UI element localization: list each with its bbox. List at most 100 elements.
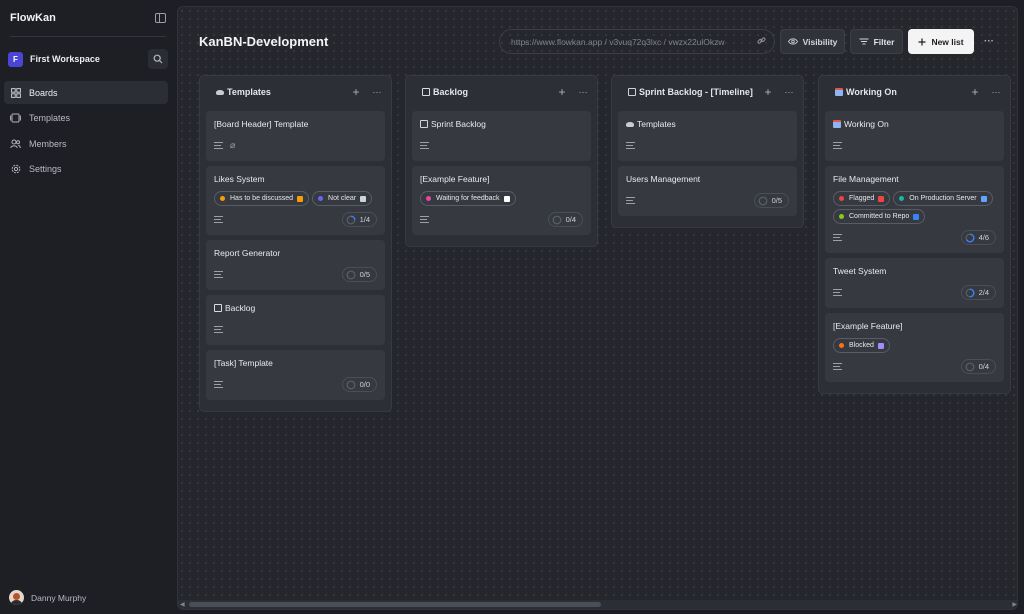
progress-text: 4/6: [978, 233, 989, 242]
workspace-name: First Workspace: [30, 54, 100, 64]
progress-ring-icon: [965, 362, 974, 371]
list-title-text: Working On: [846, 87, 897, 97]
card[interactable]: Backlog: [206, 295, 385, 345]
visibility-button[interactable]: Visibility: [780, 29, 845, 54]
list-title[interactable]: Templates: [216, 87, 349, 97]
user-menu[interactable]: Danny Murphy: [9, 590, 86, 605]
progress-text: 1/4: [359, 215, 370, 224]
scroll-left-icon[interactable]: ◀: [180, 601, 185, 608]
list-title[interactable]: Backlog: [422, 87, 555, 97]
card[interactable]: Users Management 0/5: [618, 166, 797, 216]
card-title-text: Users Management: [626, 174, 701, 184]
card[interactable]: [Example Feature] Blocked 0/4: [825, 313, 1004, 382]
progress-text: 0/5: [771, 196, 782, 205]
add-card-button[interactable]: +: [349, 85, 363, 99]
list-more-icon[interactable]: ···: [990, 87, 1002, 97]
sidebar-item-boards[interactable]: Boards: [4, 81, 168, 104]
sidebar-item-label: Boards: [29, 87, 58, 98]
board-url-field[interactable]: https://www.flowkan.app / v3vuq72q3lxc /…: [499, 29, 775, 54]
eye-icon: [787, 38, 798, 45]
list-more-icon[interactable]: ···: [783, 87, 795, 97]
list-title[interactable]: Sprint Backlog - [Timeline]: [628, 87, 761, 97]
card-footer: [214, 322, 377, 337]
note-icon: [422, 88, 430, 96]
list-title-text: Sprint Backlog - [Timeline]: [639, 87, 753, 97]
card-title-text: File Management: [833, 174, 899, 184]
card[interactable]: Sprint Backlog: [412, 111, 591, 161]
filter-label: Filter: [873, 36, 895, 47]
card-title-text: Tweet System: [833, 266, 887, 276]
link-icon[interactable]: [757, 36, 766, 47]
card[interactable]: [Example Feature] Waiting for feedback 0/4: [412, 166, 591, 235]
card[interactable]: [Task] Template 0/0: [206, 350, 385, 400]
workspace-switcher[interactable]: F First Workspace: [8, 48, 168, 70]
checklist-progress: 0/0: [341, 377, 377, 392]
card-footer: [626, 138, 789, 153]
add-card-button[interactable]: +: [761, 85, 775, 99]
card-title: Report Generator: [214, 248, 377, 258]
description-icon: [214, 381, 223, 388]
label-badge[interactable]: Flagged: [833, 191, 891, 206]
progress-ring-icon: [346, 215, 356, 224]
card-footer: 0/4: [833, 359, 996, 374]
card[interactable]: Templates: [618, 111, 797, 161]
progress-text: 0/4: [565, 215, 576, 224]
label-group: Has to be discussed Not clear: [214, 191, 377, 206]
list-title[interactable]: Working On: [835, 87, 968, 97]
card[interactable]: Likes System Has to be discussed Not clear…: [206, 166, 385, 235]
label-badge[interactable]: Blocked: [833, 338, 890, 353]
label-emoji-icon: [913, 213, 920, 220]
description-icon: [833, 363, 842, 370]
label-badge[interactable]: Not clear: [312, 191, 373, 206]
label-emoji-icon: [503, 195, 510, 202]
board-more-button[interactable]: ···: [980, 29, 998, 54]
card-title-text: Working On: [844, 119, 889, 129]
label-badge[interactable]: Waiting for feedback: [420, 191, 516, 206]
card[interactable]: [Board Header] Template ⌀: [206, 111, 385, 161]
list-more-icon[interactable]: ···: [577, 87, 589, 97]
search-button[interactable]: [148, 49, 168, 69]
description-icon: [833, 234, 842, 241]
card[interactable]: File Management Flagged On Production Serv…: [825, 166, 1004, 253]
description-icon: [420, 142, 429, 149]
card-title: [Example Feature]: [833, 321, 996, 331]
filter-button[interactable]: Filter: [850, 29, 903, 54]
sidebar-item-settings[interactable]: Settings: [4, 158, 168, 181]
card-title: Likes System: [214, 174, 377, 184]
sidebar-item-members[interactable]: Members: [4, 132, 168, 155]
card-title-text: Backlog: [225, 303, 256, 313]
scrollbar-thumb[interactable]: [189, 602, 601, 607]
label-badge[interactable]: On Production Server: [893, 191, 993, 206]
hat-icon: [626, 122, 634, 127]
description-icon: [214, 326, 223, 333]
label-text: Waiting for feedback: [436, 195, 500, 202]
sidebar-item-label: Templates: [29, 113, 71, 123]
note-icon: [214, 304, 222, 312]
card-title-text: [Task] Template: [214, 358, 273, 368]
card[interactable]: Working On: [825, 111, 1004, 161]
scroll-right-icon[interactable]: ▶: [1012, 601, 1017, 608]
label-emoji-icon: [980, 195, 987, 202]
label-badge[interactable]: Has to be discussed: [214, 191, 310, 206]
card-title-text: Sprint Backlog: [431, 119, 486, 129]
progress-ring-icon: [758, 196, 767, 205]
sidebar-item-templates[interactable]: Templates: [4, 107, 168, 130]
card-stack: Templates Users Management 0/5: [612, 108, 803, 227]
calendar-icon: [833, 120, 841, 128]
list-header: Sprint Backlog - [Timeline] + ···: [612, 76, 803, 108]
card[interactable]: Tweet System 2/4: [825, 258, 1004, 308]
list-more-icon[interactable]: ···: [371, 87, 383, 97]
card-title: Users Management: [626, 174, 789, 184]
card[interactable]: Report Generator 0/5: [206, 240, 385, 290]
add-card-button[interactable]: +: [968, 85, 982, 99]
sidebar-nav: Boards Templates Members Settings: [4, 81, 168, 183]
board-url: https://www.flowkan.app / v3vuq72q3lxc /…: [511, 36, 725, 47]
description-icon: [626, 197, 635, 204]
new-list-button[interactable]: New list: [908, 29, 974, 54]
label-badge[interactable]: Committed to Repo: [833, 209, 926, 224]
progress-ring-icon: [346, 270, 355, 279]
description-icon: [214, 142, 223, 149]
horizontal-scrollbar[interactable]: ◀ ▶: [178, 600, 1017, 609]
add-card-button[interactable]: +: [555, 85, 569, 99]
sidebar-collapse-icon[interactable]: [155, 13, 166, 23]
